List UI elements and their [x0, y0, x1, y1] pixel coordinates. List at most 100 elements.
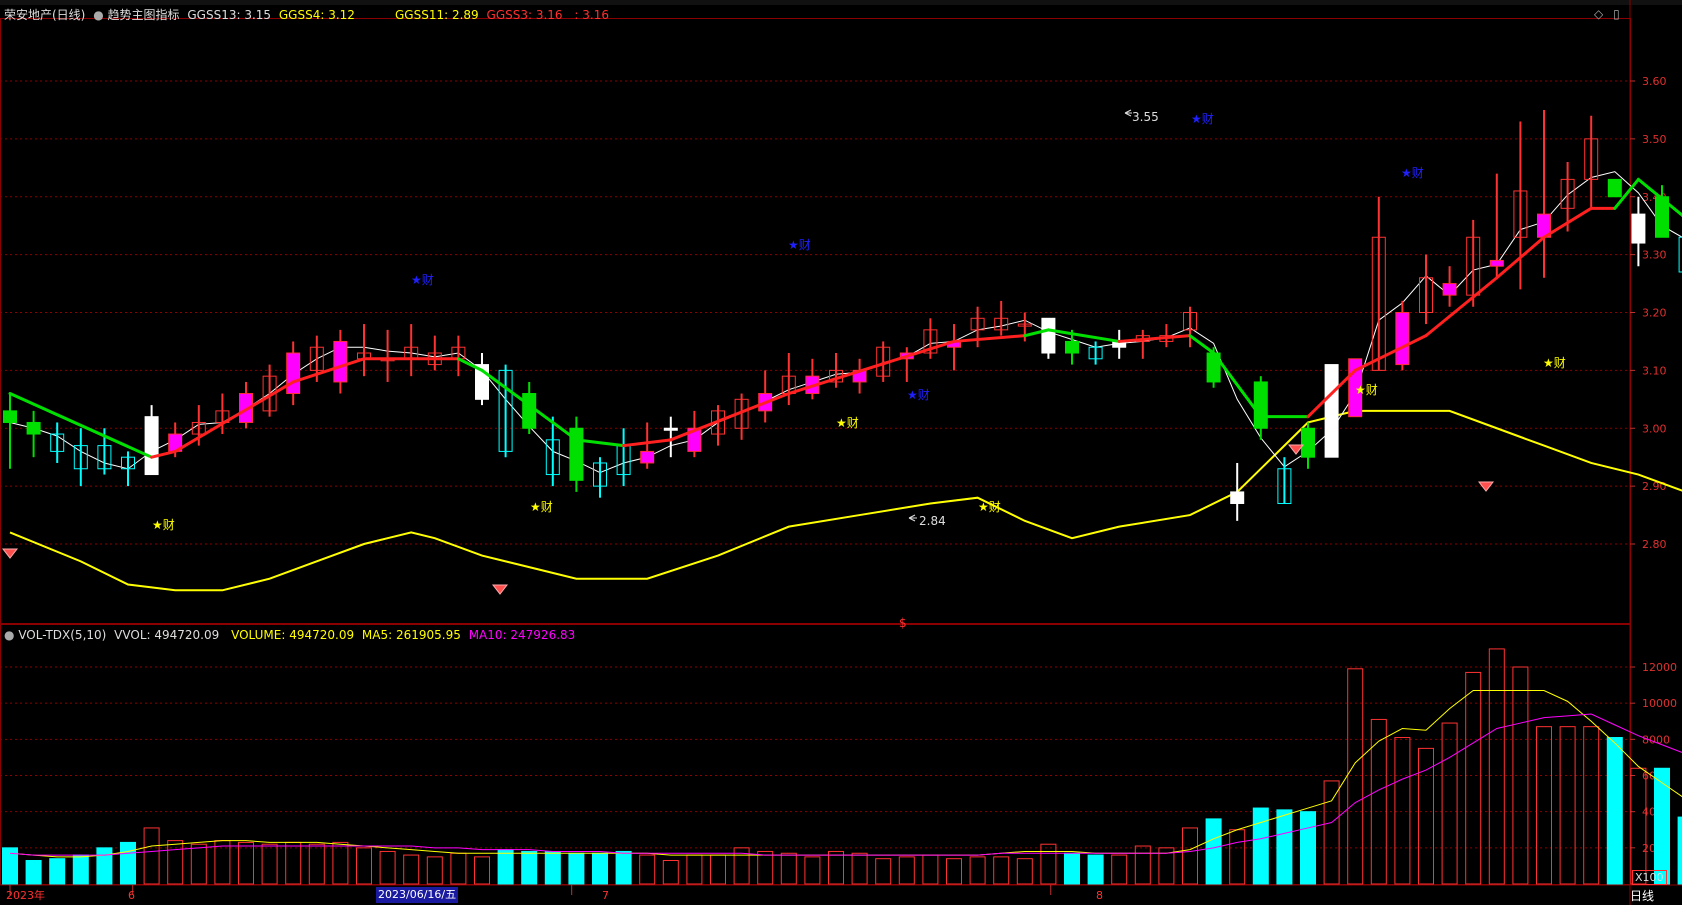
vol-indicator-name[interactable]: VOL-TDX(5,10)	[18, 628, 106, 642]
diamond-icon[interactable]: ◇	[1594, 7, 1603, 21]
volume-tick-label: 8000	[1642, 733, 1670, 746]
low-price-label: 2.84	[919, 514, 946, 528]
price-tick-label: 2.90	[1642, 480, 1667, 493]
cai-marker-blue: ★财	[1191, 112, 1214, 126]
price-tick-label: 2.80	[1642, 538, 1667, 551]
volume-bar	[1630, 767, 1647, 885]
dollar-marker: $	[899, 616, 907, 630]
price-tick-label: 3.10	[1642, 364, 1667, 377]
volume-bar	[1488, 648, 1505, 885]
vvol-value: VVOL: 494720.09	[114, 628, 220, 642]
cai-marker-yellow: ★财	[530, 500, 553, 514]
volume-bar	[1229, 829, 1246, 885]
cai-marker-yellow: ★财	[836, 416, 859, 430]
candle-body	[1324, 364, 1339, 458]
volume-bar	[214, 840, 231, 885]
volume-bar	[969, 856, 986, 885]
candle-body	[663, 427, 678, 431]
trend-line-segment	[1117, 334, 1192, 343]
low-arrow-icon	[908, 514, 917, 522]
volume-bar	[851, 852, 868, 885]
price-tick-label: 3.60	[1642, 75, 1667, 88]
volume-bar	[1300, 811, 1316, 885]
volume-bar	[308, 843, 325, 885]
cai-marker-blue: ★财	[788, 238, 811, 252]
volume-bar	[946, 858, 962, 885]
yellow-band-line	[9, 409, 1682, 592]
volume-bar	[1677, 816, 1682, 885]
volume-bar	[1040, 843, 1057, 885]
volume-bar	[1205, 818, 1222, 885]
extra-value: : 3.16	[574, 8, 609, 22]
candle-body	[1631, 213, 1646, 244]
volume-tick-label: 12000	[1642, 661, 1677, 674]
trend-line-segment	[1353, 334, 1428, 372]
volume-bar	[639, 854, 656, 885]
ma10-value: MA10: 247926.83	[468, 628, 576, 642]
indicator-bullet-icon: ●	[93, 8, 104, 22]
volume-tick-label: 10000	[1642, 697, 1677, 710]
candle-body	[286, 352, 301, 395]
candle-body	[1607, 178, 1622, 198]
volume-bar	[167, 840, 184, 885]
period-label[interactable]: 日线	[1630, 888, 1654, 904]
year-label: 2023年	[6, 889, 45, 902]
pane-controls: ◇ ▯	[1594, 6, 1620, 22]
cursor-date-label: 2023/06/16/五	[376, 887, 459, 903]
cai-marker-yellow: ★财	[152, 518, 175, 532]
high-arrow-icon	[1124, 109, 1132, 117]
volume-pane-header: ● VOL-TDX(5,10) VVOL: 494720.09 VOLUME: …	[4, 627, 575, 643]
volume-bar	[379, 850, 396, 885]
volume-bar	[1323, 780, 1340, 885]
candle-body	[26, 421, 41, 435]
price-tick-label: 3.00	[1642, 422, 1667, 435]
volume-bar	[1465, 671, 1482, 885]
candle-body	[1395, 312, 1410, 366]
volume-bar	[1654, 767, 1670, 885]
volume-bar	[1559, 726, 1576, 885]
volume-value: VOLUME: 494720.09	[231, 628, 355, 642]
volume-bar	[49, 858, 66, 885]
ggss4-value: GGSS4: 3.12	[278, 8, 355, 22]
maximize-icon[interactable]: ▯	[1613, 7, 1620, 21]
volume-bar	[993, 856, 1010, 885]
candle-body	[1442, 283, 1457, 296]
candle-body	[1041, 317, 1056, 354]
volume-bar	[922, 854, 939, 885]
volume-bar	[190, 843, 207, 885]
volume-bar	[450, 852, 467, 885]
volume-bar	[1087, 854, 1104, 885]
candle-body	[144, 416, 159, 476]
candle-body	[1230, 491, 1245, 504]
ma5-value: MA5: 261905.95	[361, 628, 461, 642]
volume-bar	[544, 850, 561, 885]
candle-body	[333, 340, 348, 383]
cai-marker-blue: ★财	[411, 273, 434, 287]
volume-bar	[521, 850, 538, 885]
volume-ma5-line	[9, 690, 1682, 858]
volume-bar	[474, 856, 490, 885]
vol-bullet-icon: ●	[4, 628, 15, 642]
ggss3-value: GGSS3: 3.16	[486, 8, 563, 22]
cai-marker-yellow: ★财	[1543, 356, 1566, 370]
trend-line-segment	[669, 392, 791, 442]
volume-bar	[875, 858, 892, 885]
volume-bar	[332, 841, 349, 885]
volume-bar	[1134, 845, 1151, 885]
volume-bar	[426, 856, 443, 885]
candle-body	[1065, 340, 1079, 354]
stock-name[interactable]: 荣安地产(日线)	[4, 8, 85, 22]
volume-bar	[120, 841, 136, 885]
volume-bar	[261, 843, 278, 885]
volume-bar	[1418, 747, 1434, 885]
volume-bar	[238, 841, 254, 885]
price-pane-frame	[0, 18, 1631, 624]
volume-bar	[1606, 737, 1623, 885]
price-pane-header-2: GGSS11: 2.89 GGSS3: 3.16 : 3.16	[395, 7, 609, 23]
cai-marker-yellow: ★财	[978, 500, 1001, 514]
candle-body	[3, 410, 17, 423]
volume-bar	[285, 841, 302, 885]
candlestick-chart: 2.802.903.003.103.203.303.403.503.602000…	[0, 0, 1682, 905]
price-tick-label: 3.20	[1642, 307, 1667, 320]
indicator-name[interactable]: 趋势主图指标	[108, 8, 180, 22]
